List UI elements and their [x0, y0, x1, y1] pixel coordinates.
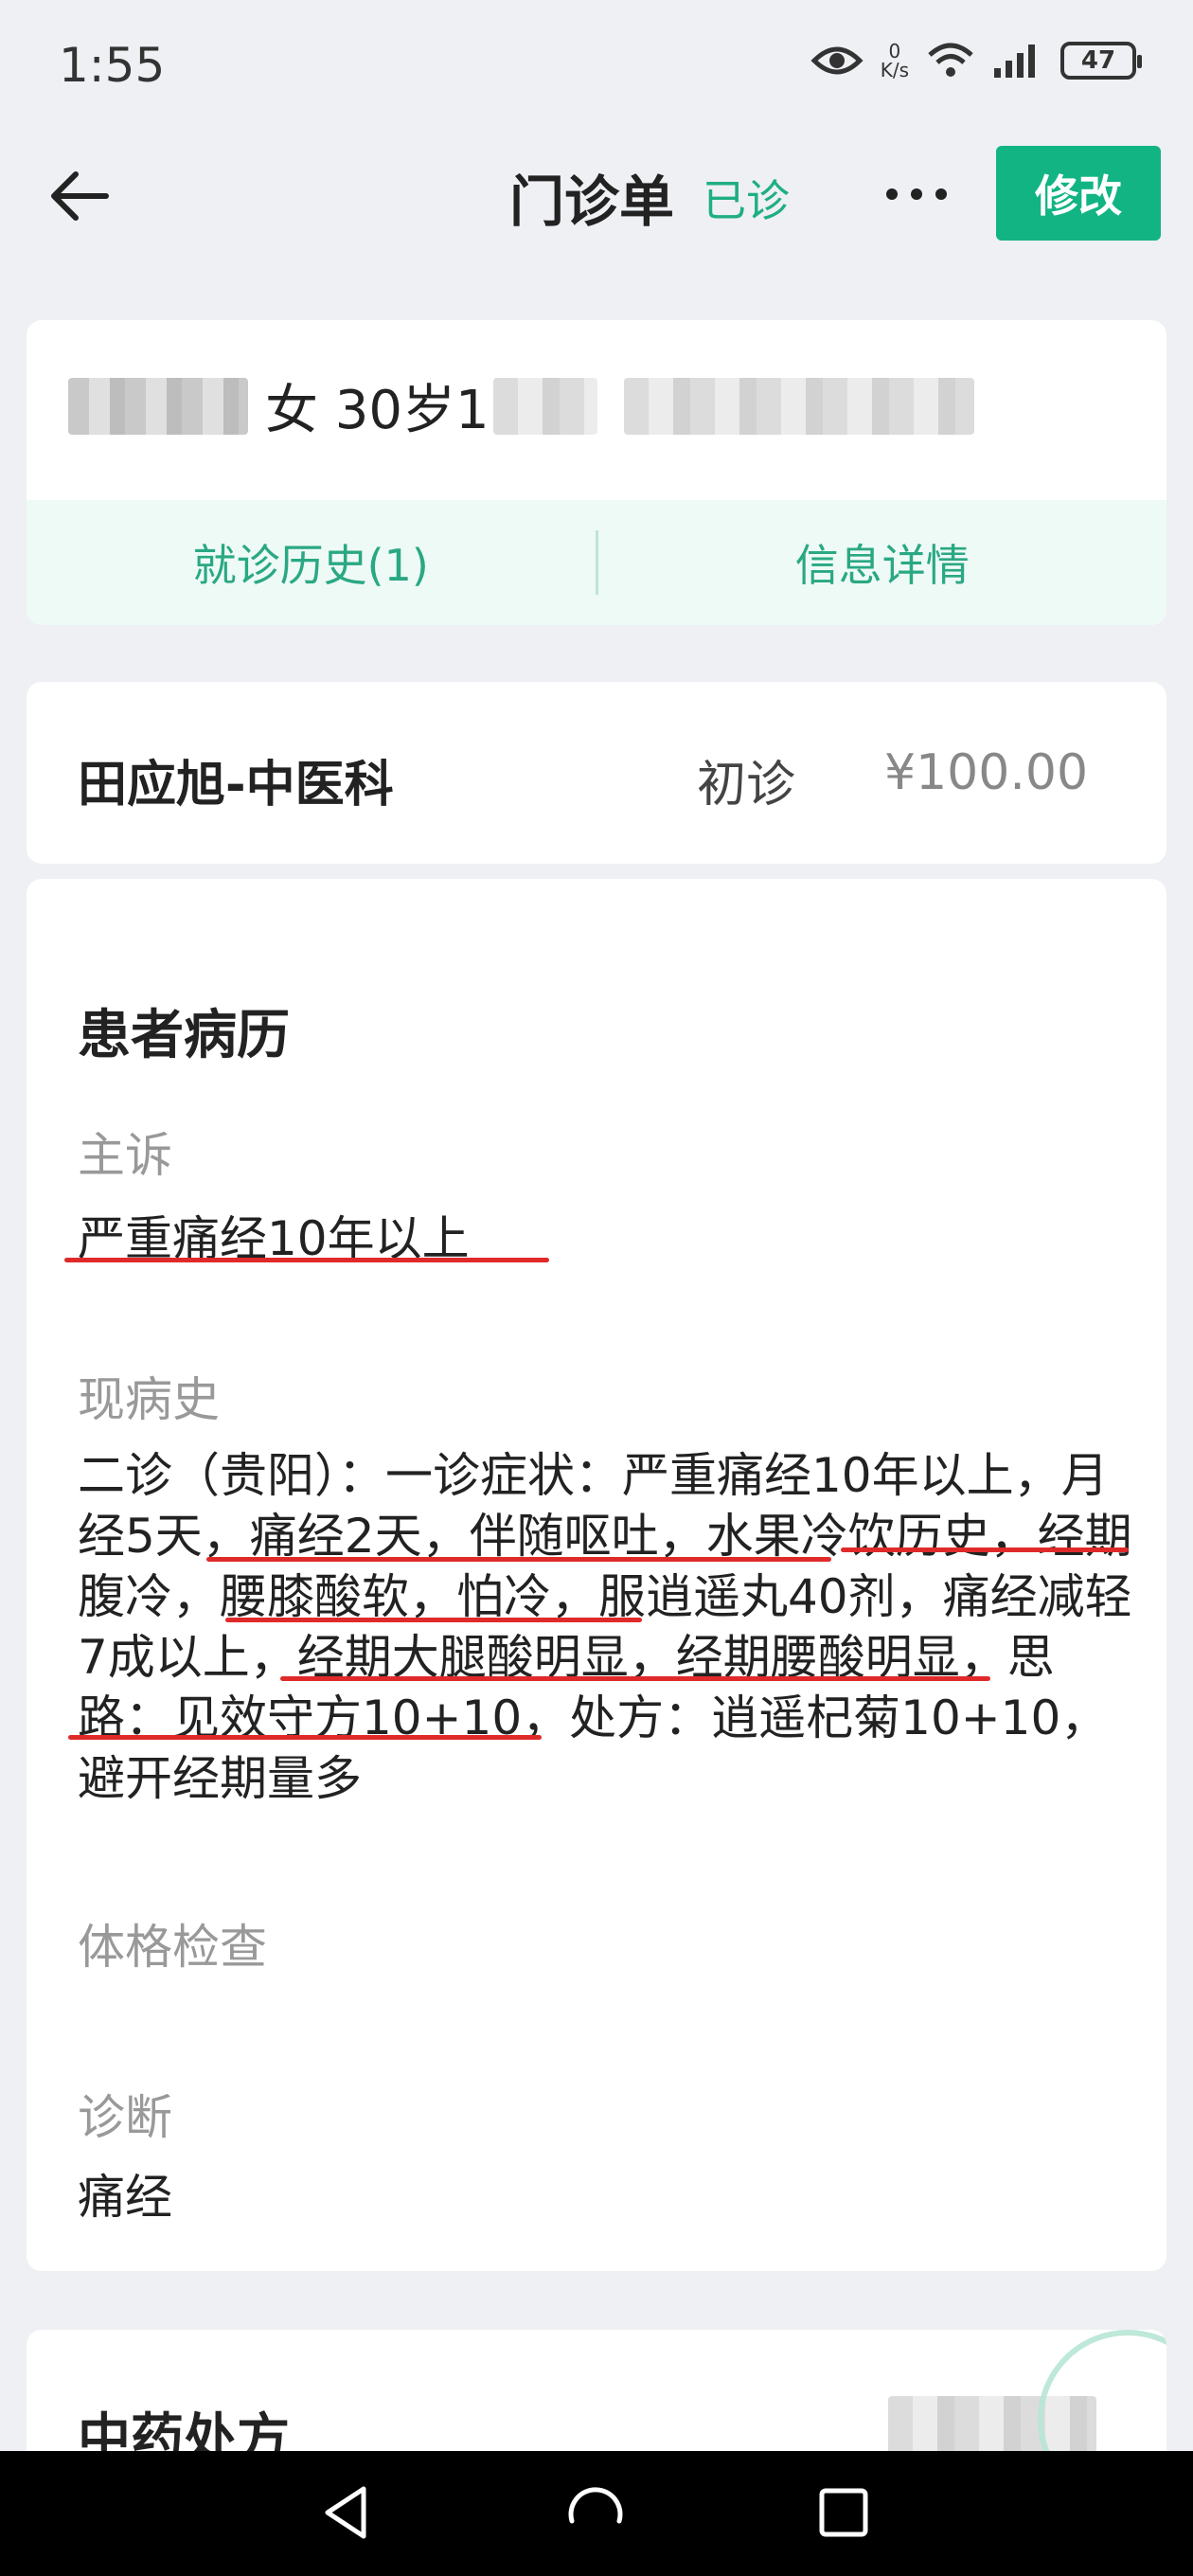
red-underline: [841, 1547, 1129, 1552]
record-section-title: 患者病历: [78, 1005, 290, 1066]
diagnosis-label: 诊断: [78, 2090, 172, 2145]
signal-icon: [994, 45, 1035, 78]
physical-exam-label: 体格检查: [78, 1920, 267, 1975]
patient-card: 女 30岁1 就诊历史(1) 信息详情: [27, 320, 1166, 625]
redacted-name: [68, 377, 248, 435]
redacted-phone: [492, 377, 597, 435]
net-speed: 0 K/s: [880, 40, 909, 81]
present-history-value: 二诊（贵阳）：一诊症状：严重痛经10年以上，月经5天，痛经2天，伴随呕吐，水果冷…: [78, 1448, 1132, 1806]
redacted-id: [623, 377, 974, 435]
status-bar: 1:55 0 K/s 47: [0, 0, 1193, 133]
title-bar: 门诊单 已诊 修改: [0, 133, 1193, 260]
tab-visit-history[interactable]: 就诊历史(1): [27, 500, 596, 625]
system-nav-bar: [0, 2451, 1193, 2576]
tab-info-details[interactable]: 信息详情: [598, 500, 1167, 625]
wifi-icon: [928, 43, 973, 77]
patient-tabs: 就诊历史(1) 信息详情: [27, 500, 1166, 625]
red-underline: [829, 1676, 990, 1681]
eye-icon: [810, 46, 864, 75]
battery-icon: 47: [1060, 42, 1142, 80]
red-underline: [68, 1735, 542, 1740]
status-icons: 0 K/s 47: [810, 40, 1142, 81]
medical-record-card: 患者病历 主诉 严重痛经10年以上 现病史 二诊（贵阳）：一诊症状：严重痛经10…: [27, 879, 1166, 2271]
nav-home-icon[interactable]: [562, 2479, 629, 2546]
status-time: 1:55: [59, 38, 166, 93]
visit-type: 初诊: [697, 757, 796, 814]
red-underline: [64, 1258, 549, 1262]
page-title: 门诊单: [509, 170, 675, 234]
red-underline: [206, 1557, 831, 1562]
chief-complaint-label: 主诉: [78, 1128, 172, 1183]
nav-back-icon[interactable]: [314, 2479, 381, 2546]
red-underline: [280, 1676, 848, 1681]
patient-gender-age: 女 30岁1: [265, 380, 490, 441]
visit-fee: ¥100.00: [884, 744, 1089, 801]
patient-info: 女 30岁1: [68, 367, 974, 444]
status-badge: 已诊: [703, 175, 790, 226]
diagnosis-value: 痛经: [78, 2170, 172, 2225]
red-underline: [225, 1618, 642, 1622]
present-history-label: 现病史: [78, 1372, 220, 1427]
back-arrow-icon[interactable]: [38, 153, 123, 239]
more-dots-icon[interactable]: [879, 170, 954, 218]
doctor-card: 田应旭-中医科 初诊 ¥100.00: [27, 682, 1166, 864]
nav-recents-icon[interactable]: [810, 2479, 877, 2546]
doctor-department: 田应旭-中医科: [78, 757, 394, 814]
edit-button[interactable]: 修改: [996, 146, 1161, 241]
